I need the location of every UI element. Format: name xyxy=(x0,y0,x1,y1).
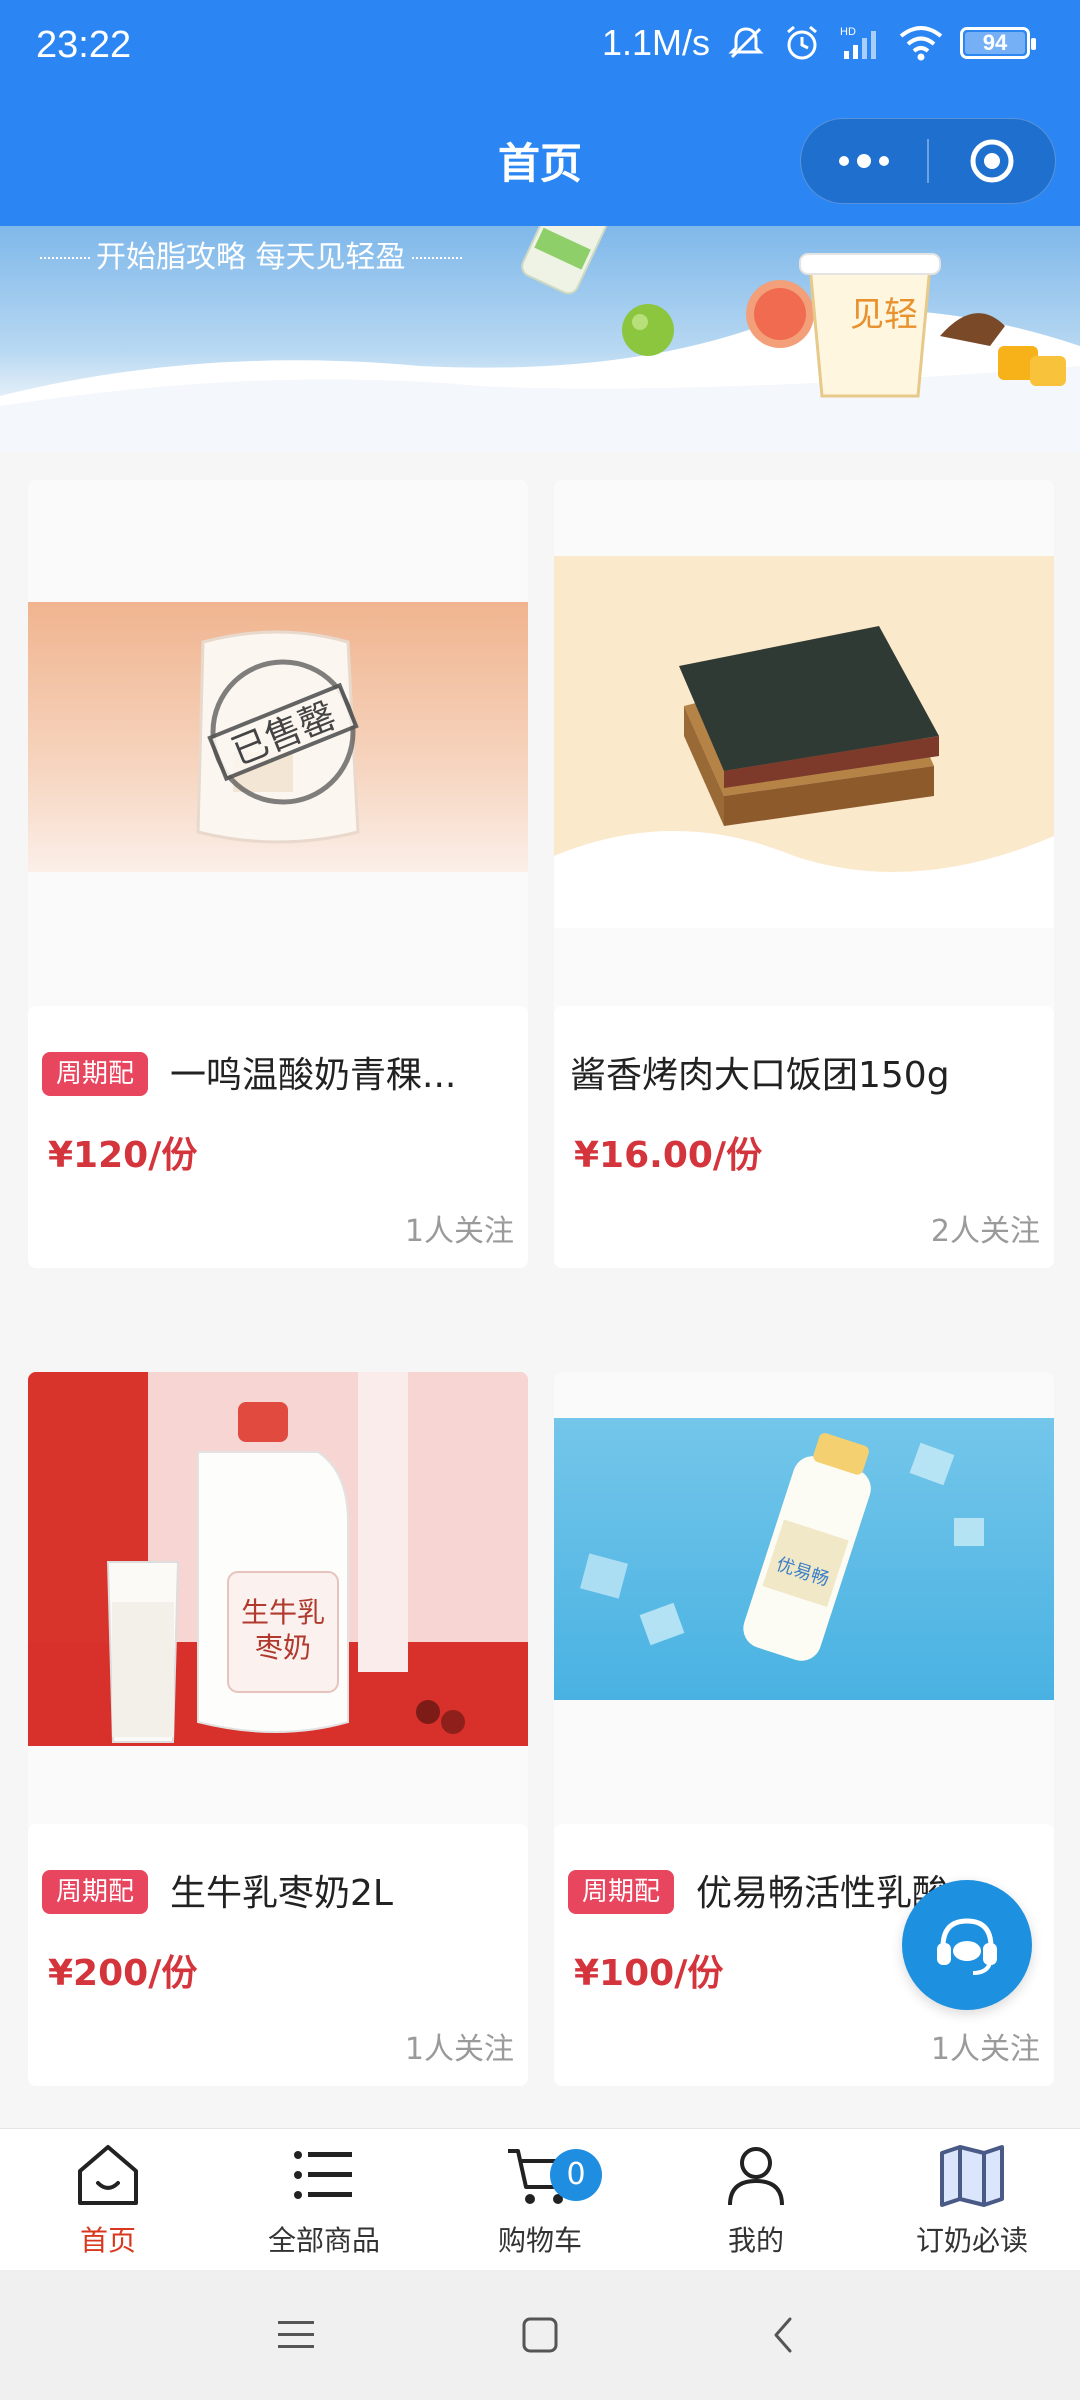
yogurt-pouch-illustration: 已售罄 xyxy=(196,630,360,844)
cart-badge: 0 xyxy=(550,2149,602,2201)
product-followers: 1人关注 xyxy=(930,2032,1040,2067)
more-button[interactable] xyxy=(801,118,927,204)
top-bar: 23:22 1.1M/s HD 94 首页 xyxy=(0,0,1080,226)
close-button[interactable] xyxy=(929,118,1055,204)
status-icons: 1.1M/s HD 94 xyxy=(601,22,1036,64)
customer-service-button[interactable] xyxy=(902,1880,1032,2010)
screen: 23:22 1.1M/s HD 94 首页 见轻 开始脂攻略 每天见轻盈 已售罄… xyxy=(0,0,1080,2400)
product-image xyxy=(554,556,1054,928)
list-icon xyxy=(294,2151,352,2199)
product-image: 生牛乳 枣奶 xyxy=(28,1372,528,1746)
product-name: 生牛乳枣奶2L xyxy=(170,1873,393,1914)
product-price: ¥120/份 xyxy=(48,1135,198,1176)
product-followers: 2人关注 xyxy=(930,1214,1040,1249)
product-image: 优易畅 xyxy=(554,1418,1054,1700)
tab-guide[interactable]: 订奶必读 xyxy=(864,2129,1080,2270)
rice-ball-illustration xyxy=(554,626,1054,928)
product-price: ¥100/份 xyxy=(574,1953,724,1994)
mini-program-capsule xyxy=(800,118,1056,204)
product-name: 一鸣温酸奶青稞... xyxy=(170,1055,457,1096)
wifi-icon xyxy=(899,26,943,61)
signal-icon: HD xyxy=(840,26,876,59)
product-followers: 1人关注 xyxy=(404,1214,514,1249)
product-image: 已售罄 xyxy=(28,602,528,872)
cycle-delivery-tag: 周期配 xyxy=(568,1870,675,1914)
user-icon xyxy=(728,2147,784,2206)
product-info: 酱香烤肉大口饭团150g ¥16.00/份 2人关注 xyxy=(554,1006,1054,1268)
headset-icon xyxy=(937,1918,997,1975)
tab-all-products[interactable]: 全部商品 xyxy=(216,2129,432,2270)
svg-text:HD: HD xyxy=(840,26,856,38)
lactic-drink-illustration: 优易畅 xyxy=(580,1433,984,1661)
tab-mine[interactable]: 我的 xyxy=(648,2129,864,2270)
bottom-tab-bar: 首页 全部商品 0 购物车 我的 订奶必读 xyxy=(0,2128,1080,2270)
home-square-icon[interactable] xyxy=(518,2313,562,2357)
product-price: ¥200/份 xyxy=(48,1953,198,1994)
tab-label: 购物车 xyxy=(497,2224,582,2257)
svg-text:见轻: 见轻 xyxy=(850,295,918,335)
product-card[interactable]: 生牛乳 枣奶 周期配 生牛乳枣奶2L ¥200/份 1人关注 xyxy=(28,1372,528,2086)
cycle-delivery-tag: 周期配 xyxy=(42,1870,149,1914)
svg-text:生牛乳: 生牛乳 xyxy=(241,1596,325,1629)
tab-label: 订奶必读 xyxy=(915,2224,1028,2257)
menu-icon[interactable] xyxy=(274,2313,318,2357)
more-dots-icon xyxy=(839,154,889,168)
back-icon[interactable] xyxy=(762,2313,806,2357)
product-info: 周期配 生牛乳枣奶2L ¥200/份 1人关注 xyxy=(28,1824,528,2086)
battery-level: 94 xyxy=(982,30,1008,55)
product-price: ¥16.00/份 xyxy=(574,1135,763,1176)
alarm-icon xyxy=(787,25,817,60)
product-card[interactable]: 已售罄 周期配 一鸣温酸奶青稞... ¥120/份 1人关注 xyxy=(28,480,528,1268)
mute-icon xyxy=(728,27,764,59)
banner-slogan: 开始脂攻略 每天见轻盈 xyxy=(40,232,462,276)
svg-text:枣奶: 枣奶 xyxy=(255,1631,311,1664)
tab-cart[interactable]: 0 购物车 xyxy=(432,2129,648,2270)
target-close-icon xyxy=(970,139,1014,183)
battery-icon: 94 xyxy=(960,27,1036,59)
date-milk-jug-illustration: 生牛乳 枣奶 xyxy=(28,1372,528,1746)
cycle-delivery-tag: 周期配 xyxy=(42,1052,149,1096)
promo-banner[interactable]: 见轻 开始脂攻略 每天见轻盈 xyxy=(0,226,1080,452)
product-card[interactable]: 酱香烤肉大口饭团150g ¥16.00/份 2人关注 xyxy=(554,480,1054,1268)
tab-home[interactable]: 首页 xyxy=(0,2129,216,2270)
network-speed: 1.1M/s xyxy=(601,22,710,63)
product-followers: 1人关注 xyxy=(404,2032,514,2067)
tab-label: 全部商品 xyxy=(267,2224,380,2257)
product-name: 酱香烤肉大口饭团150g xyxy=(570,1055,950,1096)
tab-label: 我的 xyxy=(727,2224,784,2257)
home-icon xyxy=(78,2145,138,2205)
system-nav-bar xyxy=(0,2270,1080,2400)
product-info: 周期配 一鸣温酸奶青稞... ¥120/份 1人关注 xyxy=(28,1006,528,1268)
tab-label: 首页 xyxy=(79,2224,136,2257)
map-icon xyxy=(940,2145,1004,2207)
status-time: 23:22 xyxy=(36,24,132,66)
